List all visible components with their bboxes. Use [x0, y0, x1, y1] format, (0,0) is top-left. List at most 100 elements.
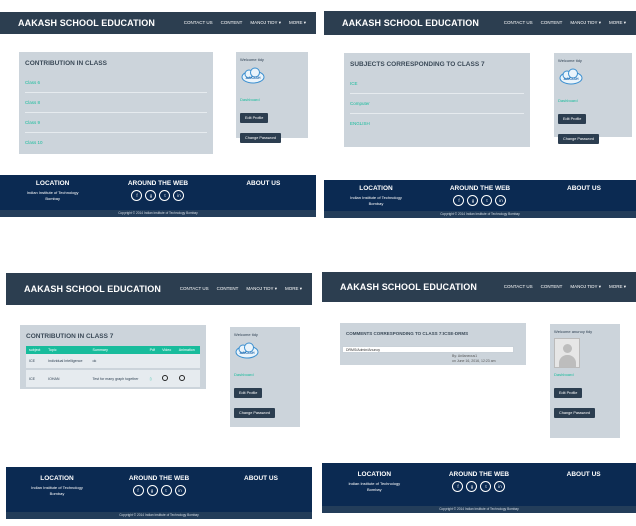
- change-password-button[interactable]: Change Password: [234, 408, 276, 418]
- twitter-icon[interactable]: t: [160, 485, 172, 496]
- edit-profile-button[interactable]: Edit Profile: [554, 388, 583, 398]
- footer-around-web: AROUND THE WEB f g t in: [109, 475, 210, 497]
- google-plus-icon[interactable]: g: [466, 481, 478, 492]
- change-password-button[interactable]: Change Password: [240, 133, 282, 143]
- nav-contact-us[interactable]: CONTACT US: [504, 284, 533, 290]
- google-plus-icon[interactable]: g: [146, 485, 158, 496]
- twitter-icon[interactable]: t: [481, 195, 493, 206]
- nav-contact-us[interactable]: CONTACT US: [504, 20, 533, 26]
- dashboard-link[interactable]: Dashboard: [240, 97, 304, 102]
- cell-video: [159, 369, 176, 389]
- logo-text: AAKASH: [564, 77, 579, 81]
- table-row: ICE IOHAN Test for many graph together ▯: [26, 369, 200, 389]
- class-link[interactable]: Class 10: [25, 133, 207, 152]
- brand-title[interactable]: AAKASH SCHOOL EDUCATION: [340, 282, 477, 292]
- class-link[interactable]: Class 6: [25, 73, 207, 93]
- panel-subjects: AAKASH SCHOOL EDUCATION CONTACT US CONTE…: [322, 0, 636, 262]
- subject-link[interactable]: ICE: [350, 74, 524, 94]
- logo-text: AAKASH: [240, 351, 255, 355]
- welcome-text: Welcome tidy: [234, 332, 258, 337]
- facebook-icon[interactable]: f: [131, 190, 143, 201]
- dashboard-link[interactable]: Dashboard: [558, 98, 628, 103]
- linkedin-icon[interactable]: in: [495, 195, 507, 206]
- google-plus-icon[interactable]: g: [145, 190, 157, 201]
- edit-profile-button[interactable]: Edit Profile: [234, 388, 263, 398]
- copyright-text: Copyright © 2014 Indian Institute of Tec…: [322, 506, 636, 513]
- comments-box: COMMENTS CORRESPONDING TO CLASS 7:ICSE-D…: [340, 323, 526, 365]
- footer-location: LOCATION Indian Institute of Technology …: [323, 471, 427, 493]
- nav-content[interactable]: CONTENT: [221, 20, 243, 26]
- nav-more-menu[interactable]: MORE ▾: [285, 286, 302, 292]
- social-links: f g t in: [106, 190, 210, 201]
- dashboard-link[interactable]: Dashboard: [234, 372, 296, 377]
- content-title: CONTRIBUTION IN CLASS 7: [26, 333, 114, 340]
- facebook-icon[interactable]: f: [453, 195, 465, 206]
- animation-unavailable-icon: [178, 375, 185, 381]
- subject-link[interactable]: ENGLISH: [350, 114, 524, 133]
- nav-user-menu[interactable]: MANOJ TIDY ▾: [570, 284, 601, 290]
- nav-content[interactable]: CONTENT: [217, 286, 239, 292]
- welcome-text: Welcome tidy: [558, 58, 582, 63]
- social-links: f g t in: [109, 485, 210, 496]
- nav-links: CONTACT US CONTENT MANOJ TIDY ▾ MORE ▾: [504, 20, 626, 26]
- social-links: f g t in: [429, 195, 532, 206]
- facebook-icon[interactable]: f: [452, 481, 464, 492]
- footer: LOCATION Indian Institute of Technology …: [0, 175, 316, 217]
- nav-more-menu[interactable]: MORE ▾: [609, 284, 626, 290]
- class-link[interactable]: Class 8: [25, 93, 207, 113]
- navbar: AAKASH SCHOOL EDUCATION CONTACT US CONTE…: [324, 11, 636, 35]
- nav-contact-us[interactable]: CONTACT US: [180, 286, 209, 292]
- footer-about: ABOUT US: [532, 471, 636, 493]
- panel-class7-contribution: AAKASH SCHOOL EDUCATION CONTACT US CONTE…: [0, 265, 318, 526]
- footer-around-web: AROUND THE WEB f g t in: [106, 180, 210, 202]
- linkedin-icon[interactable]: in: [494, 481, 506, 492]
- contribution-table: subject Topic Summary Pdf Video Animatio…: [26, 346, 200, 389]
- footer-around-title: AROUND THE WEB: [127, 180, 189, 187]
- nav-user-menu[interactable]: MANOJ TIDY ▾: [570, 20, 601, 26]
- footer-location-line: Bombay: [366, 487, 382, 492]
- footer: LOCATION Indian Institute of Technology …: [6, 467, 312, 519]
- footer-around-title: AROUND THE WEB: [448, 471, 510, 478]
- cell-animation: [175, 354, 200, 370]
- change-password-button[interactable]: Change Password: [554, 408, 596, 418]
- content-title: COMMENTS CORRESPONDING TO CLASS 7:ICSE-D…: [346, 331, 469, 336]
- cell-subject: ICE: [26, 354, 46, 370]
- facebook-icon[interactable]: f: [132, 485, 144, 496]
- nav-more-menu[interactable]: MORE ▾: [289, 20, 306, 26]
- nav-user-menu[interactable]: MANOJ TIDY ▾: [246, 286, 277, 292]
- brand-title[interactable]: AAKASH SCHOOL EDUCATION: [18, 18, 155, 28]
- linkedin-icon[interactable]: in: [173, 190, 185, 201]
- footer-about: ABOUT US: [211, 475, 312, 497]
- nav-content[interactable]: CONTENT: [541, 20, 563, 26]
- footer-location-title: LOCATION: [35, 180, 70, 187]
- nav-content[interactable]: CONTENT: [541, 284, 563, 290]
- col-header: Animation: [175, 346, 200, 354]
- twitter-icon[interactable]: t: [159, 190, 171, 201]
- footer-around-title: AROUND THE WEB: [128, 475, 190, 482]
- twitter-icon[interactable]: t: [480, 481, 492, 492]
- brand-title[interactable]: AAKASH SCHOOL EDUCATION: [24, 284, 161, 294]
- class-link[interactable]: Class 9: [25, 113, 207, 133]
- cell-topic[interactable]: IOHAN: [45, 369, 90, 389]
- nav-more-menu[interactable]: MORE ▾: [609, 20, 626, 26]
- pdf-link-icon[interactable]: ▯: [150, 377, 152, 381]
- google-plus-icon[interactable]: g: [467, 195, 479, 206]
- edit-profile-button[interactable]: Edit Profile: [240, 113, 269, 123]
- footer-location-line: Bombay: [45, 196, 60, 201]
- edit-profile-button[interactable]: Edit Profile: [558, 114, 587, 124]
- subject-link[interactable]: Computer: [350, 94, 524, 114]
- nav-contact-us[interactable]: CONTACT US: [184, 20, 213, 26]
- dashboard-link[interactable]: Dashboard: [554, 372, 616, 377]
- cell-summary: Test for many graph together: [89, 369, 147, 389]
- footer-about: ABOUT US: [533, 185, 636, 207]
- footer-about: ABOUT US: [211, 180, 315, 202]
- cell-topic[interactable]: Individual Intelligence: [45, 354, 90, 370]
- nav-user-menu[interactable]: MANOJ TIDY ▾: [250, 20, 281, 26]
- change-password-button[interactable]: Change Password: [558, 134, 600, 144]
- navbar: AAKASH SCHOOL EDUCATION CONTACT US CONTE…: [6, 273, 312, 305]
- footer: LOCATION Indian Institute of Technology …: [324, 180, 636, 218]
- navbar: AAKASH SCHOOL EDUCATION CONTACT US CONTE…: [322, 272, 636, 302]
- linkedin-icon[interactable]: in: [174, 485, 186, 496]
- footer-about-title: ABOUT US: [244, 475, 278, 482]
- brand-title[interactable]: AAKASH SCHOOL EDUCATION: [342, 18, 479, 28]
